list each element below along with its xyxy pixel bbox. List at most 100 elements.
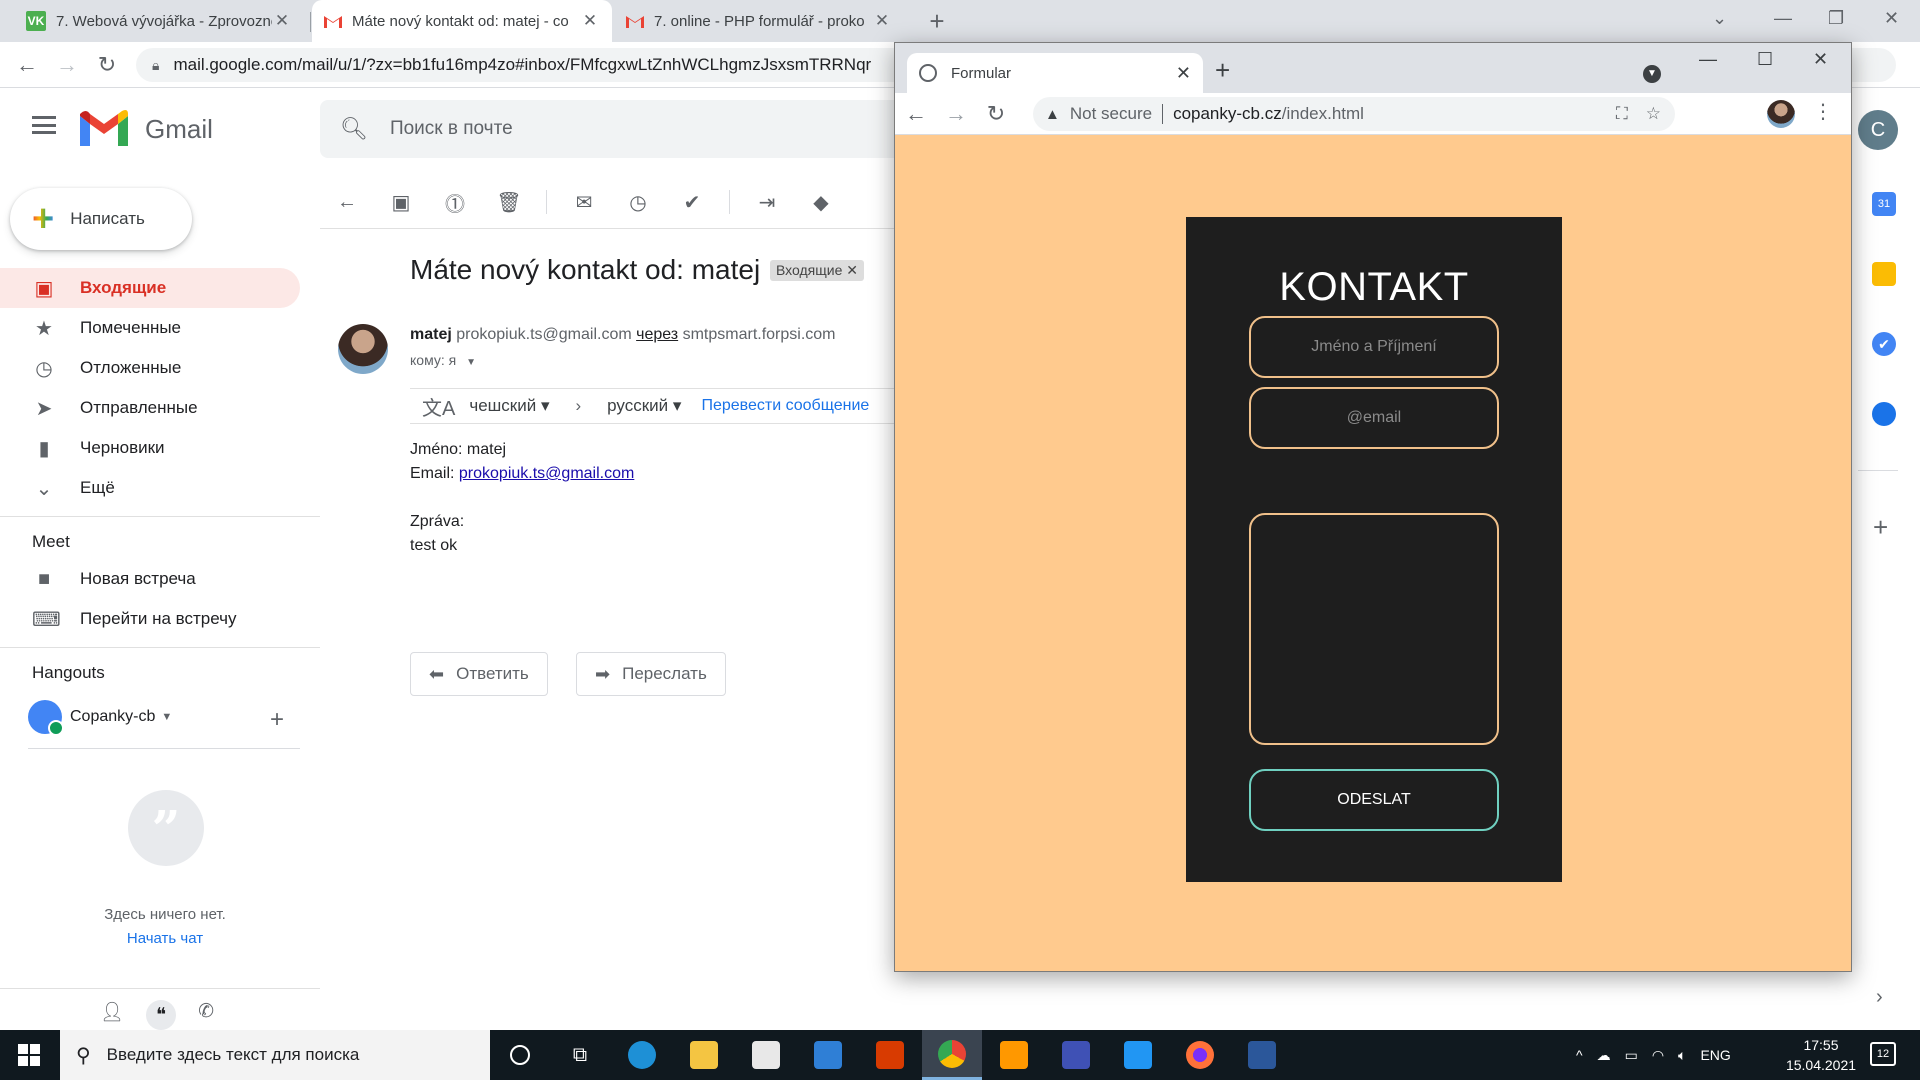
sidebar-item-new-meeting[interactable]: ■ Новая встреча xyxy=(0,559,300,599)
caret-down-icon[interactable]: ▼ xyxy=(161,711,172,723)
new-tab-button[interactable]: + xyxy=(922,6,952,36)
contacts-icon[interactable] xyxy=(1872,402,1896,426)
word-icon[interactable] xyxy=(1232,1030,1292,1080)
add-contact-icon[interactable]: + xyxy=(270,706,284,734)
mark-unread-icon[interactable]: ✉ xyxy=(557,190,611,215)
sender-name[interactable]: matej xyxy=(410,326,452,343)
inbox-label-chip[interactable]: Входящие ✕ xyxy=(770,260,865,281)
cortana-icon[interactable] xyxy=(490,1030,550,1080)
reload-icon[interactable]: ↻ xyxy=(981,99,1011,129)
vscode-icon[interactable] xyxy=(1108,1030,1168,1080)
message-textarea[interactable] xyxy=(1249,513,1499,745)
to-language-select[interactable]: русский ▾ xyxy=(607,396,681,416)
mail-icon[interactable] xyxy=(798,1030,858,1080)
chevron-right-icon[interactable]: › xyxy=(1876,986,1883,1009)
file-explorer-icon[interactable] xyxy=(674,1030,734,1080)
calendar-icon[interactable]: 31 xyxy=(1872,192,1896,216)
profile-avatar[interactable] xyxy=(1767,100,1795,128)
tab-search-icon[interactable]: ⌄ xyxy=(1712,8,1727,29)
contacts-icon[interactable]: 👤︎ xyxy=(100,1000,124,1030)
taskbar-clock[interactable]: 17:55 15.04.2021 xyxy=(1776,1035,1866,1075)
back-to-inbox-icon[interactable]: ← xyxy=(320,191,374,214)
via-label[interactable]: через xyxy=(636,326,678,343)
back-icon[interactable]: ← xyxy=(12,50,42,80)
tab-search-icon[interactable]: ▼ xyxy=(1643,65,1661,83)
close-window-icon[interactable]: ✕ xyxy=(1884,8,1899,29)
start-chat-link[interactable]: Начать чат xyxy=(0,930,330,947)
forward-icon[interactable]: → xyxy=(941,99,971,129)
firefox-icon[interactable] xyxy=(1170,1030,1230,1080)
translate-message-link[interactable]: Перевести сообщение xyxy=(701,397,869,415)
task-view-icon[interactable]: ⧉ xyxy=(550,1030,610,1080)
sidebar-item-starred[interactable]: ★ Помеченные xyxy=(0,308,300,348)
sidebar-item-inbox[interactable]: ▣ Входящие xyxy=(0,268,300,308)
wifi-icon[interactable]: ◠ xyxy=(1652,1047,1664,1064)
get-addons-icon[interactable]: + xyxy=(1873,512,1888,543)
phone-icon[interactable]: ✆ xyxy=(198,1000,214,1030)
close-icon[interactable]: ✕ xyxy=(872,11,892,31)
volume-icon[interactable]: 🔈︎ xyxy=(1678,1047,1686,1064)
onedrive-icon[interactable]: ☁ xyxy=(1597,1047,1611,1064)
chevron-up-icon[interactable]: ^ xyxy=(1576,1047,1583,1063)
restore-icon[interactable]: ❐ xyxy=(1828,8,1844,29)
hangouts-user[interactable]: Copanky-cb ▼ xyxy=(28,700,172,736)
sender-avatar[interactable] xyxy=(338,324,388,374)
sidebar-item-more[interactable]: ⌄ Ещё xyxy=(0,468,300,508)
gmail-logo-icon[interactable] xyxy=(80,110,128,151)
browser-tab-gmail[interactable]: 7. online - PHP formulář - proko ✕ xyxy=(614,0,904,42)
close-icon[interactable]: ✕ xyxy=(1176,63,1191,84)
new-tab-button[interactable]: + xyxy=(1215,55,1230,86)
edge-icon[interactable] xyxy=(612,1030,672,1080)
office-icon[interactable] xyxy=(860,1030,920,1080)
minimize-icon[interactable]: — xyxy=(1774,8,1792,29)
recipient-line[interactable]: кому: я ▼ xyxy=(410,352,476,368)
caret-down-icon[interactable]: ▼ xyxy=(466,357,476,368)
popup-tab-formular[interactable]: Formular ✕ xyxy=(907,53,1203,93)
name-field[interactable]: Jméno a Příjmení xyxy=(1249,316,1499,378)
close-icon[interactable]: ✕ xyxy=(272,11,292,31)
translate-page-icon[interactable]: ⛶ xyxy=(1616,104,1628,124)
keep-icon[interactable] xyxy=(1872,262,1896,286)
body-email-link[interactable]: prokopiuk.ts@gmail.com xyxy=(459,465,634,482)
sidebar-item-drafts[interactable]: ▮ Черновики xyxy=(0,428,300,468)
security-status[interactable]: Not secure xyxy=(1070,104,1152,124)
sublime-text-icon[interactable] xyxy=(984,1030,1044,1080)
kebab-menu-icon[interactable]: ⋮ xyxy=(1813,99,1833,124)
windows-start-icon[interactable] xyxy=(18,1044,40,1066)
main-menu-icon[interactable] xyxy=(32,116,56,134)
close-icon[interactable]: ✕ xyxy=(580,11,600,31)
sidebar-item-join-meeting[interactable]: ⌨ Перейти на встречу xyxy=(0,599,300,639)
snooze-icon[interactable]: ◷ xyxy=(611,190,665,215)
browser-tab-gmail-active[interactable]: Máte nový kontakt od: matej - co ✕ xyxy=(312,0,612,42)
taskbar-search-input[interactable]: ⚲ Введите здесь текст для поиска xyxy=(60,1030,490,1080)
hangouts-icon[interactable]: ❝ xyxy=(146,1000,177,1030)
delete-icon[interactable]: 🗑︎ xyxy=(482,190,536,215)
close-window-icon[interactable]: ✕ xyxy=(1813,49,1828,70)
sidebar-item-sent[interactable]: ➤ Отправленные xyxy=(0,388,300,428)
email-field[interactable]: @email xyxy=(1249,387,1499,449)
chrome-icon[interactable] xyxy=(922,1030,982,1080)
forward-icon[interactable]: → xyxy=(52,50,82,80)
sidebar-item-snoozed[interactable]: ◷ Отложенные xyxy=(0,348,300,388)
label-icon[interactable]: ◆ xyxy=(794,190,848,215)
tasks-icon[interactable]: ✔ xyxy=(1872,332,1896,356)
move-to-icon[interactable]: ⇥ xyxy=(740,190,794,215)
browser-tab-vk[interactable]: VK 7. Webová vývojářka - Zprovozně ✕ xyxy=(14,0,304,42)
language-indicator[interactable]: ENG xyxy=(1700,1047,1730,1063)
reload-icon[interactable]: ↻ xyxy=(92,50,122,80)
search-icon[interactable]: 🔍︎ xyxy=(340,116,368,142)
maximize-icon[interactable]: ☐ xyxy=(1757,49,1773,70)
warning-icon[interactable]: ▲ xyxy=(1045,106,1060,123)
popup-address-bar[interactable]: ▲ Not secure copanky-cb.cz/index.html ⛶ … xyxy=(1033,97,1675,131)
submit-button[interactable]: ODESLAT xyxy=(1249,769,1499,831)
minimize-icon[interactable]: — xyxy=(1699,49,1717,70)
compose-button[interactable]: + Написать xyxy=(10,188,192,250)
add-task-icon[interactable]: ✔ xyxy=(665,190,719,215)
remove-label-icon[interactable]: ✕ xyxy=(846,262,858,278)
forward-button[interactable]: ➡ Переслать xyxy=(576,652,726,696)
notifications-icon[interactable]: 12 xyxy=(1870,1042,1896,1066)
archive-icon[interactable]: ▣ xyxy=(374,190,428,215)
back-icon[interactable]: ← xyxy=(901,99,931,129)
report-spam-icon[interactable]: ⓵ xyxy=(428,188,482,217)
bookmark-star-icon[interactable]: ☆ xyxy=(1646,104,1661,124)
